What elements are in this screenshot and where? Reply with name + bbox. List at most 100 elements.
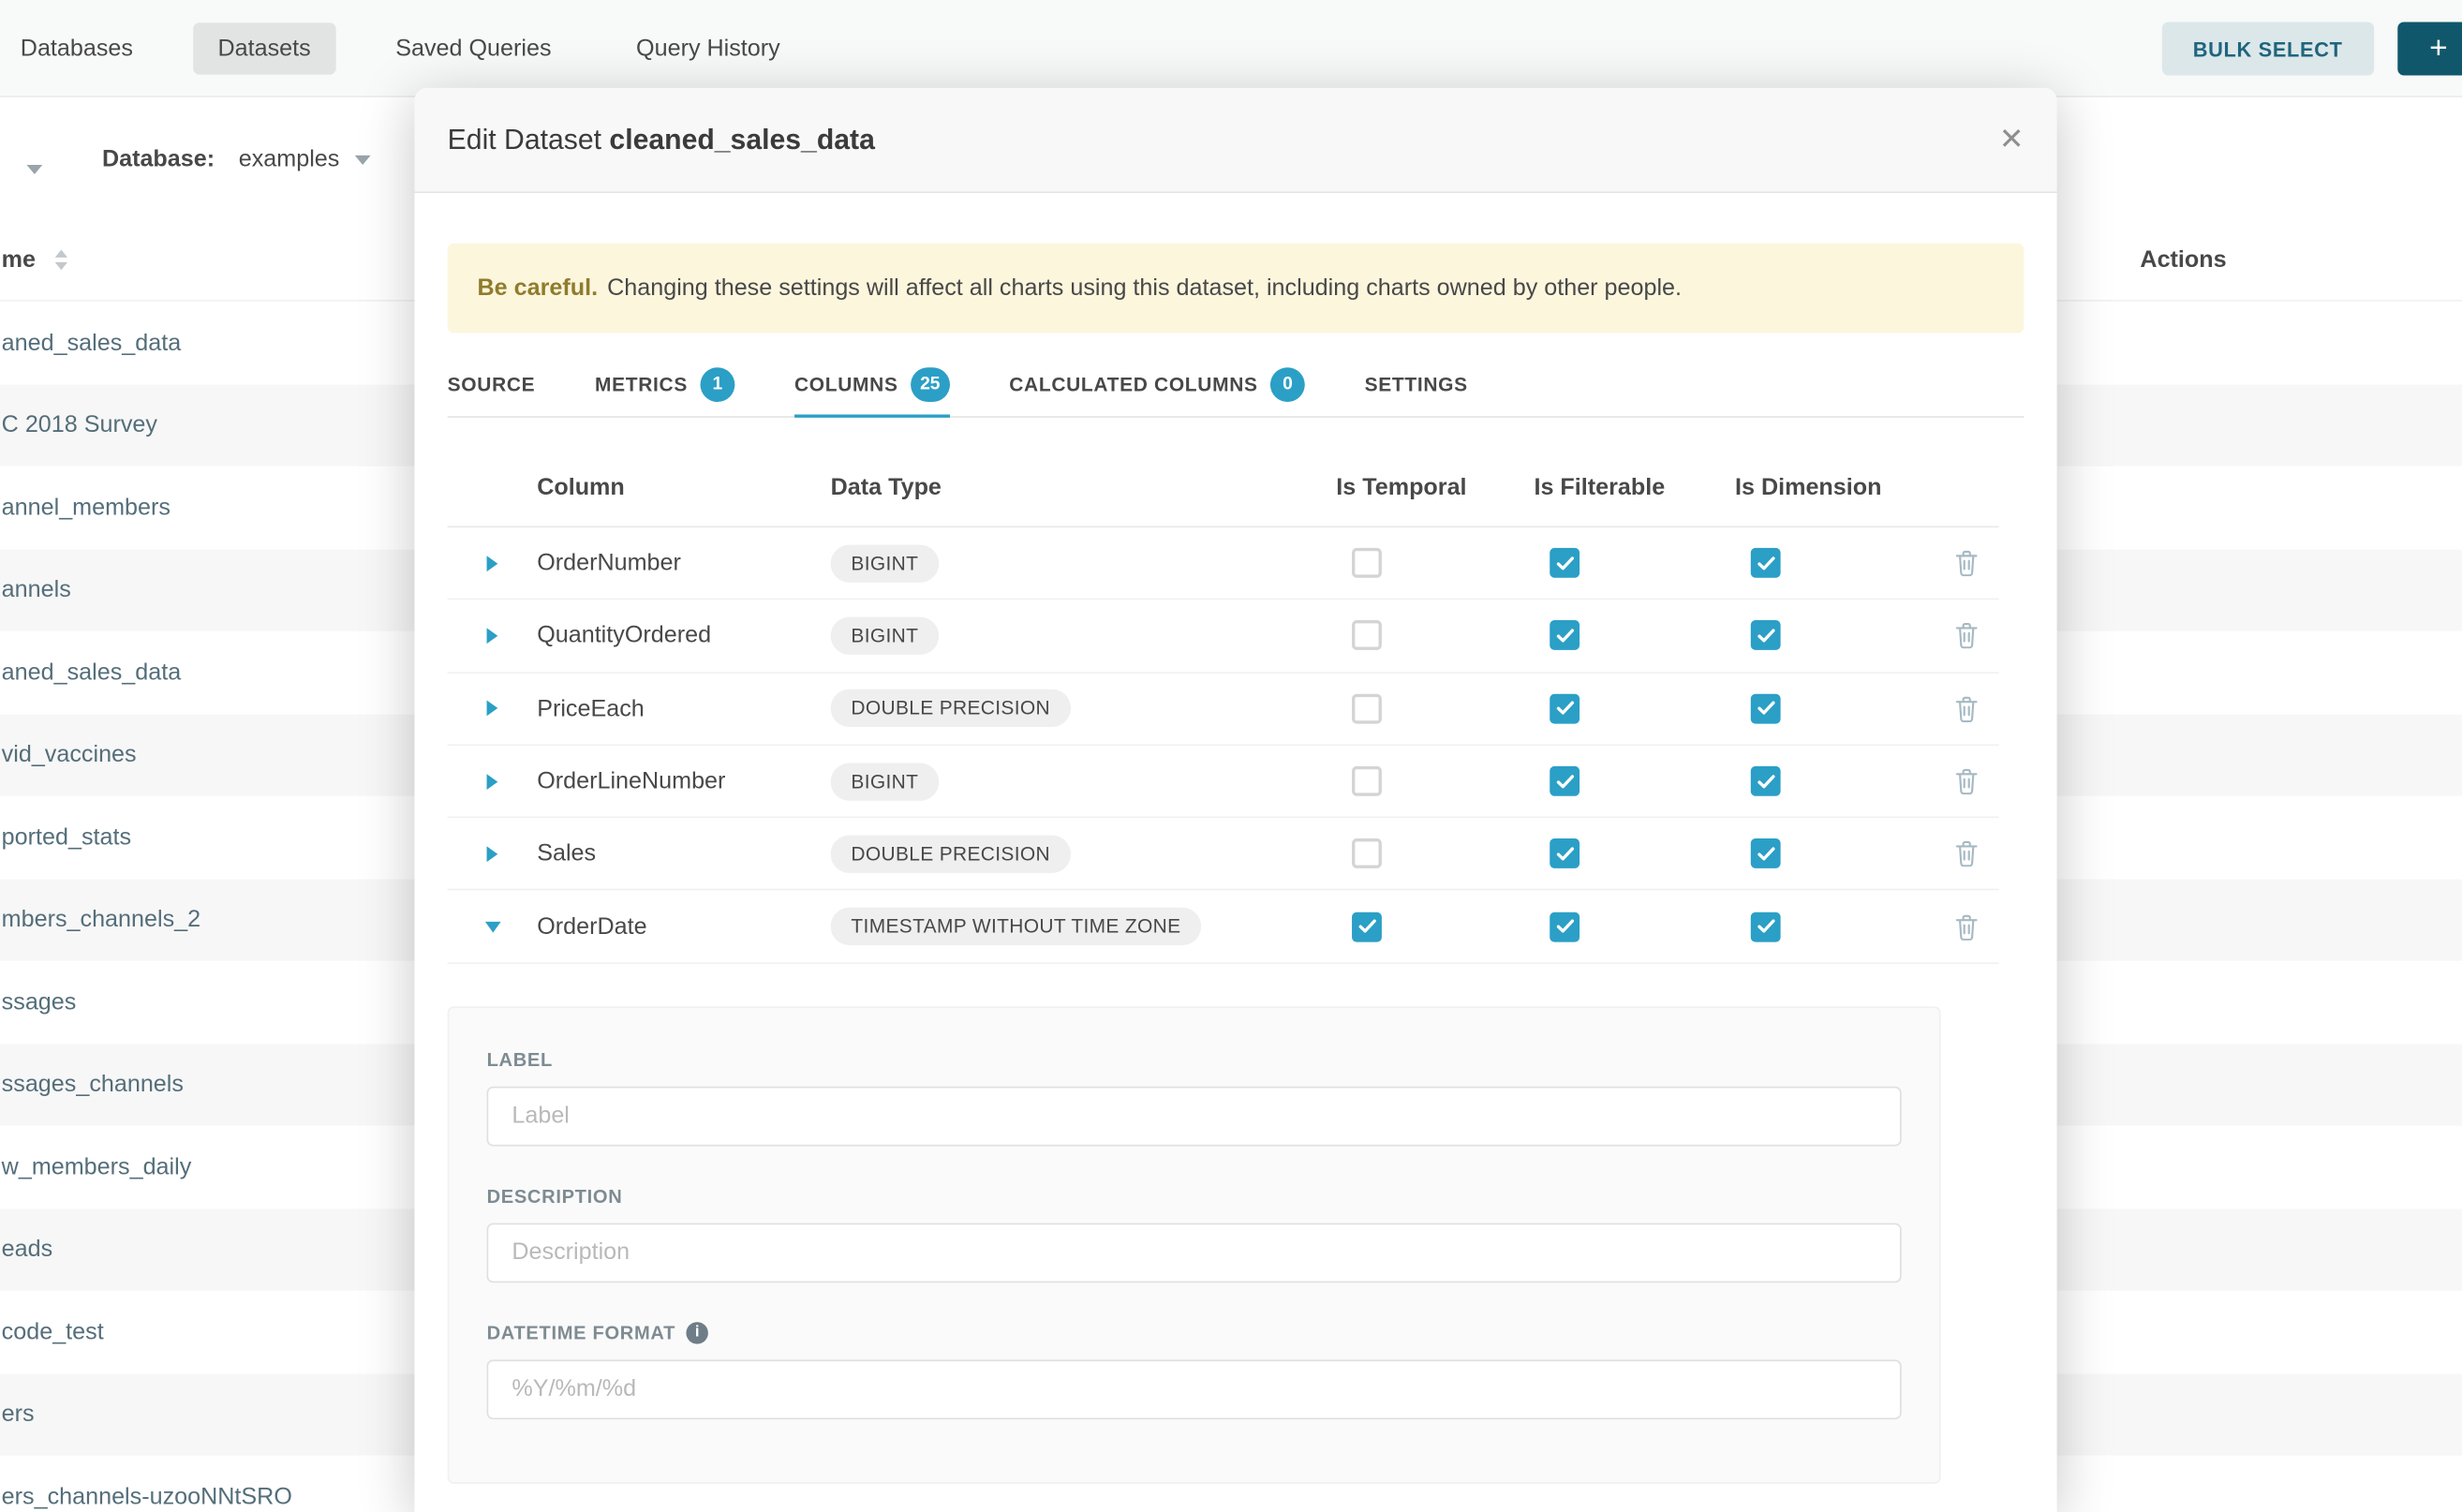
delete-column-button[interactable] bbox=[1933, 695, 1998, 721]
column-header-is-filterable: Is Filterable bbox=[1534, 474, 1735, 500]
delete-column-button[interactable] bbox=[1933, 840, 1998, 867]
column-name: QuantityOrdered bbox=[537, 622, 830, 648]
delete-column-button[interactable] bbox=[1933, 622, 1998, 648]
is-dimension-checkbox[interactable] bbox=[1751, 693, 1781, 723]
datetime-format-label-text: DATETIME FORMAT bbox=[487, 1322, 675, 1343]
is-temporal-checkbox[interactable] bbox=[1352, 839, 1382, 869]
column-header-column: Column bbox=[537, 474, 830, 500]
label-field-label-text: LABEL bbox=[487, 1048, 553, 1070]
dataset-name-link[interactable]: C 2018 Survey bbox=[0, 412, 157, 438]
column-row: OrderNumberBIGINT bbox=[448, 527, 1999, 600]
description-field-label: DESCRIPTION bbox=[487, 1185, 1902, 1207]
is-dimension-checkbox[interactable] bbox=[1751, 912, 1781, 941]
data-type-cell: BIGINT bbox=[831, 544, 1337, 582]
tab-count-badge: 0 bbox=[1270, 367, 1305, 402]
is-filterable-checkbox[interactable] bbox=[1550, 548, 1580, 578]
column-row: OrderLineNumberBIGINT bbox=[448, 746, 1999, 819]
is-temporal-checkbox[interactable] bbox=[1352, 912, 1382, 941]
label-field-label: LABEL bbox=[487, 1048, 1902, 1070]
dataset-name-link[interactable]: aned_sales_data bbox=[0, 660, 181, 686]
delete-column-button[interactable] bbox=[1933, 550, 1998, 576]
nav-item-saved-queries[interactable]: Saved Queries bbox=[370, 22, 576, 73]
expand-caret-icon[interactable] bbox=[487, 628, 498, 644]
label-field: LABEL bbox=[487, 1048, 1902, 1146]
expand-caret-icon[interactable] bbox=[487, 701, 498, 717]
dataset-name-link[interactable]: w_members_daily bbox=[0, 1153, 191, 1179]
is-temporal-checkbox[interactable] bbox=[1352, 693, 1382, 723]
name-column-header[interactable]: me bbox=[2, 246, 36, 273]
tab-metrics[interactable]: METRICS1 bbox=[595, 358, 734, 418]
datetime-format-field: DATETIME FORMAT i bbox=[487, 1322, 1902, 1419]
columns-table: Column Data Type Is Temporal Is Filterab… bbox=[448, 449, 1999, 963]
modal-title-prefix: Edit Dataset bbox=[448, 124, 601, 156]
nav-item-databases[interactable]: Databases bbox=[0, 22, 158, 73]
is-filterable-checkbox-cell bbox=[1534, 839, 1735, 869]
delete-column-button[interactable] bbox=[1933, 768, 1998, 794]
is-dimension-checkbox-cell bbox=[1735, 693, 1933, 723]
filters-collapse-caret-icon[interactable] bbox=[26, 154, 42, 182]
warning-bold-text: Be careful. bbox=[478, 274, 599, 301]
expand-caret-icon[interactable] bbox=[487, 773, 498, 789]
is-temporal-checkbox[interactable] bbox=[1352, 548, 1382, 578]
close-icon[interactable]: ✕ bbox=[1999, 125, 2024, 155]
tab-calculated-columns[interactable]: CALCULATED COLUMNS0 bbox=[1009, 358, 1305, 418]
is-filterable-checkbox[interactable] bbox=[1550, 766, 1580, 796]
is-temporal-checkbox[interactable] bbox=[1352, 621, 1382, 651]
dataset-name-link[interactable]: ssages_channels bbox=[0, 1071, 184, 1097]
column-name: OrderDate bbox=[537, 913, 830, 940]
column-header-data-type: Data Type bbox=[831, 474, 1337, 500]
database-filter-select[interactable]: examples bbox=[239, 146, 371, 172]
dataset-name-link[interactable]: vid_vaccines bbox=[0, 742, 137, 768]
column-row: PriceEachDOUBLE PRECISION bbox=[448, 673, 1999, 746]
caret-cell bbox=[448, 773, 538, 789]
expand-caret-icon[interactable] bbox=[487, 556, 498, 571]
dataset-name-link[interactable]: annels bbox=[0, 577, 71, 603]
dataset-name-link[interactable]: ers_channels-uzooNNtSRO bbox=[0, 1483, 292, 1509]
add-dataset-button[interactable]: + bbox=[2397, 22, 2462, 75]
is-dimension-checkbox[interactable] bbox=[1751, 548, 1781, 578]
is-dimension-checkbox[interactable] bbox=[1751, 766, 1781, 796]
tab-columns[interactable]: COLUMNS25 bbox=[794, 358, 950, 418]
modal-body: Be careful. Changing these settings will… bbox=[414, 193, 2056, 1483]
data-type-cell: DOUBLE PRECISION bbox=[831, 835, 1337, 872]
expand-caret-icon[interactable] bbox=[487, 846, 498, 862]
column-name: PriceEach bbox=[537, 695, 830, 721]
label-input[interactable] bbox=[487, 1086, 1902, 1146]
dataset-name-link[interactable]: aned_sales_data bbox=[0, 330, 181, 356]
nav-tabs: Databases Datasets Saved Queries Query Hist… bbox=[0, 22, 806, 73]
datetime-format-input[interactable] bbox=[487, 1359, 1902, 1419]
delete-column-button[interactable] bbox=[1933, 913, 1998, 940]
is-dimension-checkbox[interactable] bbox=[1751, 621, 1781, 651]
collapse-caret-icon[interactable] bbox=[484, 921, 500, 932]
is-filterable-checkbox-cell bbox=[1534, 548, 1735, 578]
description-input[interactable] bbox=[487, 1223, 1902, 1282]
is-filterable-checkbox[interactable] bbox=[1550, 621, 1580, 651]
nav-item-datasets[interactable]: Datasets bbox=[193, 22, 336, 73]
dataset-name-link[interactable]: ers bbox=[0, 1401, 35, 1427]
column-name: Sales bbox=[537, 840, 830, 867]
edit-dataset-modal: Edit Dataset cleaned_sales_data ✕ Be car… bbox=[414, 88, 2056, 1512]
dataset-name-link[interactable]: eads bbox=[0, 1236, 52, 1262]
is-filterable-checkbox[interactable] bbox=[1550, 839, 1580, 869]
dataset-name-link[interactable]: code_test bbox=[0, 1318, 104, 1344]
dataset-name-link[interactable]: ssages bbox=[0, 988, 76, 1015]
nav-item-query-history[interactable]: Query History bbox=[611, 22, 805, 73]
dataset-name-link[interactable]: annel_members bbox=[0, 495, 171, 521]
sort-icon[interactable] bbox=[55, 249, 67, 270]
is-filterable-checkbox[interactable] bbox=[1550, 912, 1580, 941]
column-header-is-dimension: Is Dimension bbox=[1735, 474, 1933, 500]
is-dimension-checkbox[interactable] bbox=[1751, 839, 1781, 869]
database-filter-label: Database: bbox=[102, 146, 215, 172]
description-field: DESCRIPTION bbox=[487, 1185, 1902, 1282]
is-temporal-checkbox[interactable] bbox=[1352, 766, 1382, 796]
is-temporal-checkbox-cell bbox=[1336, 548, 1534, 578]
bulk-select-button[interactable]: BULK SELECT bbox=[2161, 22, 2374, 75]
actions-column-header: Actions bbox=[2140, 246, 2226, 273]
is-filterable-checkbox[interactable] bbox=[1550, 693, 1580, 723]
dataset-name-link[interactable]: ported_stats bbox=[0, 823, 131, 850]
tab-settings[interactable]: SETTINGS bbox=[1365, 358, 1468, 418]
tab-source[interactable]: SOURCE bbox=[448, 358, 536, 418]
tab-count-badge: 1 bbox=[700, 367, 734, 402]
is-filterable-checkbox-cell bbox=[1534, 621, 1735, 651]
dataset-name-link[interactable]: mbers_channels_2 bbox=[0, 906, 200, 932]
